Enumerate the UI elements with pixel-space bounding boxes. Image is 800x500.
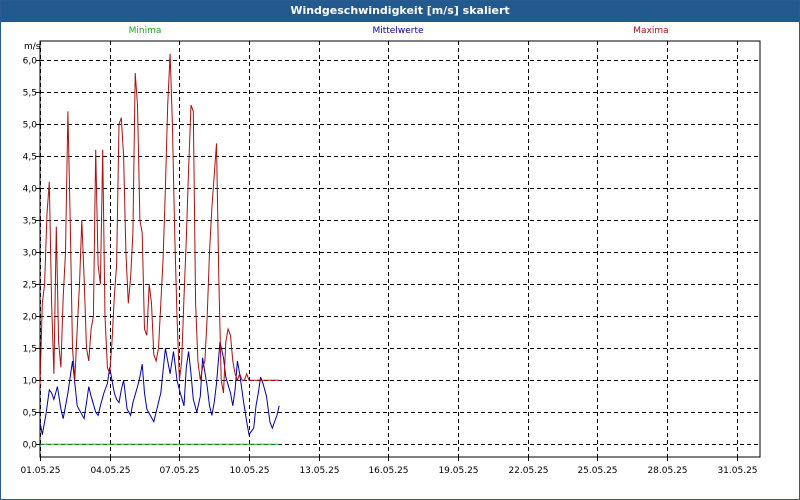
x-tick-label: 04.05.25 [90,466,130,476]
y-tick-label: 1,5 [23,345,37,355]
plot-frame [39,40,761,458]
legend-entry-mittelwerte: Mittelwerte [372,26,423,36]
chart-canvas: 0,00,51,01,52,02,53,03,54,04,55,05,56,0 … [20,26,761,476]
y-tick-label: 3,5 [23,217,37,227]
grid-lines [40,41,760,457]
y-tick-label: 3,0 [23,249,38,259]
x-axis: 01.05.25 04.05.25 07.05.25 10.05.25 13.05.25… [20,457,758,476]
y-tick-label: 4,0 [23,185,38,195]
x-tick-label: 16.05.25 [368,466,408,476]
x-tick-label: 31.05.25 [717,466,757,476]
series-line-maxima [39,53,280,394]
y-tick-label: 1,0 [23,377,38,387]
legend-entry-minima: Minima [129,26,162,36]
x-tick-label: 22.05.25 [508,466,548,476]
y-axis-label: m/s [24,42,41,52]
y-tick-label: 0,0 [23,441,38,451]
legend: Minima Mittelwerte Maxima [129,26,669,36]
x-tick-label: 07.05.25 [159,466,199,476]
x-tick-label: 25.05.25 [577,466,617,476]
y-tick-label: 5,5 [23,89,37,99]
y-tick-label: 5,0 [23,121,38,131]
x-tick-label: 10.05.25 [229,466,269,476]
x-tick-label: 28.05.25 [647,466,687,476]
y-tick-label: 4,5 [23,153,37,163]
y-tick-label: 0,5 [23,409,37,419]
y-tick-label: 2,0 [23,313,38,323]
series-lines [39,53,280,445]
x-tick-label: 19.05.25 [438,466,478,476]
x-tick-label: 13.05.25 [299,466,339,476]
y-tick-label: 6,0 [23,57,38,67]
x-tick-label: 01.05.25 [20,466,60,476]
y-tick-label: 2,5 [23,281,37,291]
legend-entry-maxima: Maxima [633,26,668,36]
y-axis: 0,0 0,5 1,0 1,5 2,0 2,5 3,0 3,5 4,0 4,5 5,0 5,5 6,0 [23,57,40,451]
